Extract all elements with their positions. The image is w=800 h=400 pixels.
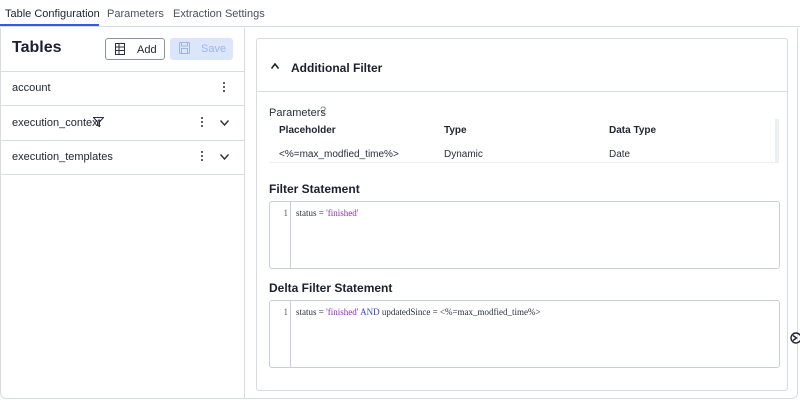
feedback-widget-icon[interactable] (789, 332, 800, 344)
cell-placeholder: <%=max_modfied_time%> (279, 149, 399, 160)
cell-data-type: Date (609, 149, 631, 160)
table-name: account (12, 82, 51, 94)
tables-title: Tables (12, 39, 62, 56)
column-header-data-type: Data Type (609, 125, 657, 136)
code-text: status = (296, 307, 327, 317)
code-string-token: 'finished' (326, 307, 359, 317)
code-string-token: 'finished' (326, 208, 359, 218)
active-tab-indicator (0, 24, 99, 26)
table-name: execution_templates (12, 151, 113, 163)
table-add-icon (115, 43, 125, 55)
code-keyword-token: AND (358, 307, 382, 317)
code-text: updatedSince = <%=max_modfied_time%> (381, 307, 541, 317)
tables-panel: Tables Add Save account execution_contex… (0, 28, 245, 399)
line-gutter: 1 (270, 202, 291, 268)
table-name: execution_context (12, 117, 101, 129)
help-icon[interactable]: ? (320, 105, 326, 117)
delta-filter-statement-editor[interactable]: 1 status = 'finished' AND updatedSince =… (269, 300, 780, 368)
chevron-down-icon[interactable] (220, 120, 229, 126)
table-row-account[interactable]: account (0, 72, 244, 106)
delta-filter-statement-label: Delta Filter Statement (269, 281, 393, 295)
kebab-menu-icon[interactable] (199, 151, 205, 165)
code-text: status = (296, 208, 327, 218)
kebab-menu-icon[interactable] (221, 82, 227, 96)
filter-statement-label: Filter Statement (269, 182, 360, 196)
tab-bar: Table Configuration Parameters Extractio… (0, 0, 800, 27)
add-button-label: Add (137, 44, 157, 56)
column-header-type: Type (444, 125, 467, 136)
line-number: 1 (283, 208, 289, 218)
tab-parameters[interactable]: Parameters (107, 8, 164, 20)
tab-extraction-settings[interactable]: Extraction Settings (173, 8, 265, 20)
additional-filter-card: Additional Filter Parameters ? Placehold… (256, 38, 788, 391)
table-row-execution-context[interactable]: execution_context (0, 107, 244, 141)
line-gutter: 1 (270, 301, 291, 367)
save-button-label: Save (201, 43, 227, 55)
table-row-execution-templates[interactable]: execution_templates (0, 141, 244, 175)
add-table-button[interactable]: Add (105, 38, 165, 60)
filter-statement-editor[interactable]: 1 status = 'finished' (269, 201, 780, 269)
save-button[interactable]: Save (170, 38, 233, 60)
parameters-label: Parameters (269, 107, 326, 119)
code-line[interactable]: status = 'finished' (296, 208, 358, 218)
chevron-down-icon[interactable] (220, 154, 229, 160)
chevron-up-icon[interactable] (271, 63, 279, 69)
card-header[interactable]: Additional Filter (257, 39, 787, 92)
kebab-menu-icon[interactable] (199, 117, 205, 131)
column-header-placeholder: Placeholder (279, 125, 336, 136)
tab-table-configuration[interactable]: Table Configuration (5, 8, 100, 20)
parameters-table: Placeholder Type Data Type <%=max_modfie… (269, 119, 779, 163)
code-line[interactable]: status = 'finished' AND updatedSince = <… (296, 307, 541, 317)
filter-icon (93, 117, 104, 127)
table-scrollbar[interactable] (775, 119, 779, 163)
line-number: 1 (283, 307, 289, 317)
save-icon (179, 42, 190, 54)
cell-type: Dynamic (444, 149, 483, 160)
card-title: Additional Filter (291, 61, 383, 75)
